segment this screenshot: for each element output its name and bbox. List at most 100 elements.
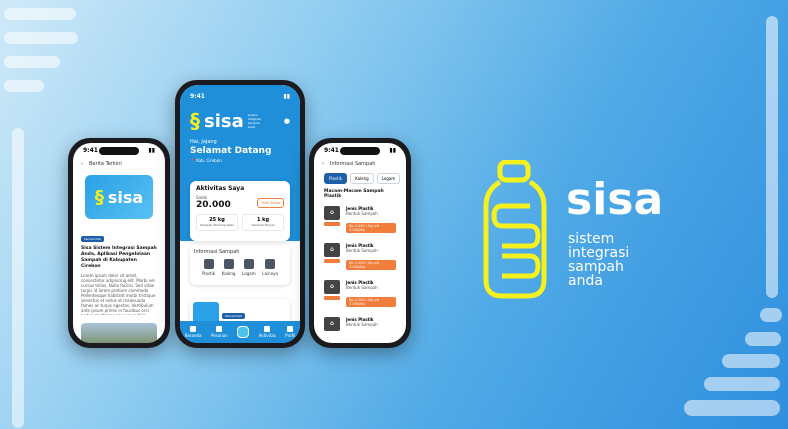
- sisa-logo-icon: §: [94, 186, 104, 208]
- decor-bar-right-vert: [766, 16, 778, 298]
- section-title: Macam-Macam Sampah Plastik: [324, 189, 384, 199]
- status-icons: ▮▮: [389, 146, 396, 154]
- news-card-word: sisa: [107, 187, 144, 207]
- decor-bar-br1: [760, 308, 782, 322]
- phone-info: 9:41 ▮▮ ‹ Informasi Sampah Plastik Kaleng…: [309, 138, 411, 348]
- grid-icon: [265, 259, 276, 269]
- plastic-item: ♻ Jenis Plastik Bentuk Sampah Rp 2.000 /…: [314, 202, 406, 239]
- decor-bar-left-vert: [12, 128, 24, 428]
- see-all-link[interactable]: Lihat Semua: [268, 291, 290, 295]
- news-photo: [81, 323, 157, 343]
- metal-icon: [243, 259, 254, 269]
- home-screen: 9:41 ▮▮ § sisa sistem integrasi sampah an…: [180, 85, 300, 343]
- recycle-icon: ♻: [324, 280, 340, 294]
- activity-title: Aktivitas Saya: [196, 185, 245, 192]
- status-icons: ▮▮: [148, 146, 155, 154]
- decor-bar-br4: [704, 377, 780, 391]
- activity-card: Aktivitas Saya Saldo 20.000 Tarik Saldo …: [190, 181, 290, 241]
- recycle-icon: ♻: [324, 317, 340, 331]
- plastic-item: ♻ Jenis Plastik Bentuk Sampah: [314, 313, 406, 335]
- news-page-title: Berita Terkini: [89, 161, 122, 167]
- logo-small: sistem integrasi sampah anda: [247, 113, 261, 129]
- recycle-icon: ♻: [324, 243, 340, 257]
- tagline-line: integrasi: [568, 245, 630, 261]
- tab-pesanan[interactable]: Pesanan: [211, 326, 228, 338]
- chip-plastik[interactable]: Plastik: [324, 173, 348, 184]
- tab-beranda[interactable]: Beranda: [185, 326, 202, 338]
- plastic-code: [324, 259, 340, 263]
- home-icon: [190, 326, 197, 332]
- status-time: 9:41: [83, 146, 98, 154]
- brand-tagline: sistem integrasi sampah anda: [568, 232, 629, 288]
- tab-profil[interactable]: Profil: [285, 326, 295, 338]
- scan-icon: [237, 326, 250, 338]
- plastic-price: Rp 2.000 / Kg s/d 3.000/Kg: [346, 297, 396, 307]
- plastic-code: [324, 296, 340, 300]
- tab-aktivitas[interactable]: Aktivitas: [259, 326, 276, 338]
- plastic-price: Rp 2.000 / Kg s/d 3.000/Kg: [346, 260, 396, 270]
- news-body: Lorem ipsum dolor sit amet, consectetur …: [81, 273, 156, 315]
- info-screen: 9:41 ▮▮ ‹ Informasi Sampah Plastik Kaleng…: [314, 143, 406, 343]
- chip-logam[interactable]: Logam: [376, 173, 401, 184]
- decor-bar-br2: [745, 332, 781, 346]
- info-header: ‹ Informasi Sampah: [314, 157, 406, 171]
- home-logo: § sisa sistem integrasi sampah anda ●: [190, 109, 290, 133]
- plastic-item: ♻ Jenis Plastik Bentuk Sampah Rp 2.000 /…: [314, 239, 406, 276]
- decor-bar-tl2: [4, 32, 78, 44]
- tagline-line: sistem: [568, 231, 615, 247]
- plastic-desc: Bentuk Sampah: [346, 211, 378, 216]
- phone-news: 9:41 ▮▮ ‹ Berita Terkini § sisa Pemerinta…: [68, 138, 170, 348]
- info-kaleng[interactable]: Kaleng: [222, 259, 235, 276]
- plastic-desc: Bentuk Sampah: [346, 322, 378, 327]
- info-page-title: Informasi Sampah: [330, 161, 376, 167]
- plastic-item: ♻ Jenis Plastik Bentuk Sampah Rp 2.000 /…: [314, 276, 406, 313]
- news-tag: Pemerintah: [81, 236, 105, 242]
- chip-kaleng[interactable]: Kaleng: [350, 173, 374, 184]
- bottle-icon: [203, 259, 214, 269]
- plastic-code: [324, 222, 340, 226]
- news-screen: 9:41 ▮▮ ‹ Berita Terkini § sisa Pemerinta…: [73, 143, 165, 343]
- status-bar: 9:41 ▮▮: [190, 89, 290, 103]
- notch: [340, 147, 380, 155]
- plastic-desc: Bentuk Sampah: [346, 285, 378, 290]
- user-icon: [287, 326, 294, 332]
- status-time: 9:41: [190, 92, 205, 100]
- plastic-price: Rp 2.000 / Kg s/d 3.000/Kg: [346, 223, 396, 233]
- news-item-tag: Pemerintah: [222, 313, 246, 319]
- sisa-logo-icon: §: [190, 109, 200, 133]
- brand-word: sisa: [566, 174, 664, 225]
- notch: [99, 147, 139, 155]
- order-icon: [216, 326, 223, 332]
- back-icon[interactable]: ‹: [81, 161, 83, 167]
- decor-bar-tl4: [4, 80, 44, 92]
- info-plastik[interactable]: Plastik: [202, 259, 215, 276]
- news-hero-image: § sisa: [85, 175, 153, 219]
- news-headline: Sisa Sistem Integrasi Sampah Anda, Aplik…: [81, 246, 157, 269]
- tarik-saldo-button[interactable]: Tarik Saldo: [257, 197, 284, 208]
- brand-logo: sisa sistem integrasi sampah anda: [480, 160, 680, 300]
- location: 📍 Kab. Cirebon: [190, 158, 222, 163]
- info-logam[interactable]: Logam: [242, 259, 256, 276]
- logo-word: sisa: [204, 110, 244, 132]
- stat2-label: Sampah Terjual: [251, 223, 275, 227]
- recycle-icon: ♻: [324, 206, 340, 220]
- bottom-tab-bar: Beranda Pesanan Aktivitas Profil: [180, 321, 300, 343]
- decor-bar-tl3: [4, 56, 60, 68]
- info-lainnya[interactable]: Lainnya: [262, 259, 278, 276]
- welcome-title: Selamat Datang: [190, 146, 272, 156]
- decor-bar-br5: [684, 400, 780, 416]
- info-title: Informasi Sampah: [194, 249, 240, 255]
- news-header: ‹ Berita Terkini: [73, 157, 165, 171]
- stat-sold: 1 kg Sampah Terjual: [242, 214, 284, 231]
- greeting: Hai, Jajang: [190, 139, 217, 145]
- back-icon[interactable]: ‹: [322, 161, 324, 167]
- notification-icon[interactable]: ●: [284, 117, 290, 125]
- status-icons: ▮▮: [283, 92, 290, 100]
- saldo-value: 20.000: [196, 200, 231, 210]
- tab-scan[interactable]: [237, 326, 250, 338]
- plastic-desc: Bentuk Sampah: [346, 248, 378, 253]
- phone-home: 9:41 ▮▮ § sisa sistem integrasi sampah an…: [175, 80, 305, 348]
- can-icon: [223, 259, 234, 269]
- chat-icon: [264, 326, 271, 332]
- bottle-s-icon: [483, 160, 547, 299]
